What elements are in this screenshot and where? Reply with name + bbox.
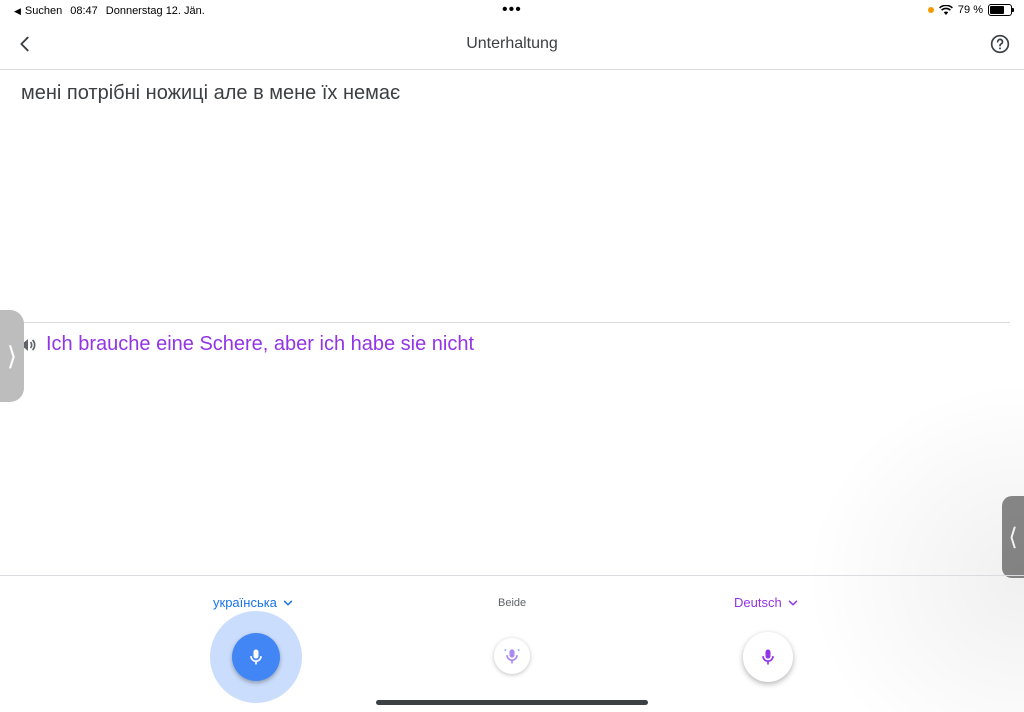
background-shade [804,380,1024,712]
chevron-right-icon: ⟩ [6,340,18,371]
header-divider [0,69,1024,70]
status-date: Donnerstag 12. Jän. [105,5,205,17]
home-indicator[interactable] [376,700,648,705]
battery-cap [1012,8,1014,12]
status-bar: ◀ Suchen 08:47 Donnerstag 12. Jän. ••• 7… [0,0,1024,22]
wifi-icon [938,4,953,15]
language-label-german: Deutsch [734,595,782,610]
auto-mic-icon [504,649,520,664]
header: Unterhaltung [0,22,1024,69]
language-select-ukrainian[interactable]: українська [213,595,295,610]
left-sidebar-handle[interactable]: ⟩ [0,310,24,402]
mic-button-german[interactable] [743,632,793,682]
page-title: Unterhaltung [466,35,558,52]
status-left: ◀ Suchen 08:47 Donnerstag 12. Jän. [14,5,205,17]
status-time: 08:47 [70,5,98,17]
battery-icon [988,4,1014,16]
battery-percent: 79 % [957,4,983,16]
source-text: мені потрібні ножиці але в мене їх немає [21,82,401,104]
mic-indicator-dot [927,7,934,13]
help-icon[interactable] [990,34,1010,54]
content-divider [16,322,1010,323]
mic-button-ukrainian[interactable] [232,633,280,681]
back-to-app-icon[interactable]: ◀ [14,6,21,17]
chevron-down-icon [788,599,797,606]
mic-button-both[interactable] [494,638,530,674]
right-sidebar-handle[interactable]: ⟨ [1002,496,1024,578]
multitasking-dots-icon[interactable]: ••• [502,1,522,19]
language-label-ukrainian: українська [213,595,277,610]
mic-icon [762,649,774,665]
translated-row: Ich brauche eine Schere, aber ich habe s… [18,333,474,356]
language-select-german[interactable]: Deutsch [734,595,800,610]
battery-fill [990,6,1005,14]
both-label: Beide [498,597,527,609]
controls-divider [0,575,1024,576]
chevron-down-icon [283,599,293,606]
mic-icon [250,649,262,665]
chevron-left-icon: ⟨ [1008,523,1018,551]
back-to-app-label[interactable]: Suchen [25,5,62,17]
status-right: 79 % [927,4,1014,16]
translated-text: Ich brauche eine Schere, aber ich habe s… [46,333,475,355]
